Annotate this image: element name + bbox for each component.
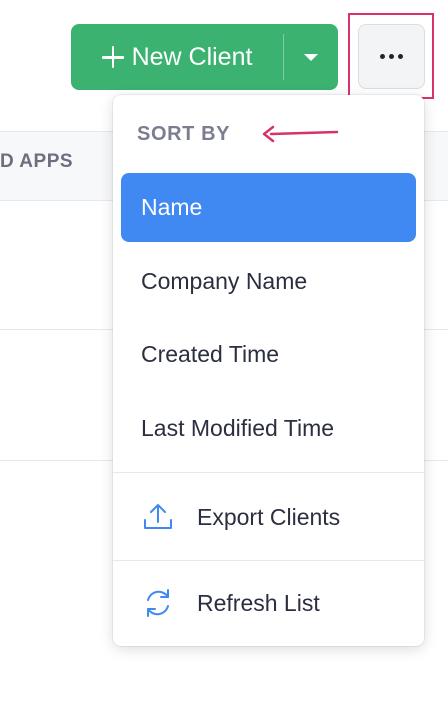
sort-option-company-name[interactable]: Company Name bbox=[121, 247, 416, 316]
menu-divider bbox=[113, 472, 424, 473]
sort-option-created-time[interactable]: Created Time bbox=[121, 320, 416, 389]
sort-by-heading: SORT BY bbox=[137, 123, 231, 145]
page: D APPS New Client SORT BY Name Company N… bbox=[0, 0, 448, 704]
upload-icon bbox=[144, 504, 172, 529]
refresh-icon bbox=[147, 589, 169, 617]
more-options-button[interactable] bbox=[358, 24, 425, 89]
column-header-apps: D APPS bbox=[0, 151, 74, 172]
export-clients-item[interactable]: Export Clients bbox=[113, 477, 424, 557]
export-clients-label: Export Clients bbox=[197, 503, 341, 530]
annotation-arrow-icon bbox=[262, 125, 339, 143]
sort-option-last-modified-time[interactable]: Last Modified Time bbox=[121, 394, 416, 463]
refresh-list-label: Refresh List bbox=[197, 589, 320, 616]
new-client-split-button: New Client bbox=[71, 24, 338, 90]
plus-icon bbox=[101, 46, 124, 68]
new-client-label: New Client bbox=[131, 42, 253, 71]
caret-down-icon bbox=[304, 53, 318, 61]
new-client-button[interactable]: New Client bbox=[71, 24, 283, 90]
more-options-dropdown: SORT BY Name Company Name Created Time L… bbox=[113, 95, 424, 646]
sort-option-name[interactable]: Name bbox=[121, 173, 416, 242]
ellipsis-icon bbox=[380, 54, 403, 59]
refresh-list-item[interactable]: Refresh List bbox=[113, 563, 424, 643]
menu-divider bbox=[113, 560, 424, 561]
new-client-dropdown-toggle[interactable] bbox=[284, 24, 338, 90]
